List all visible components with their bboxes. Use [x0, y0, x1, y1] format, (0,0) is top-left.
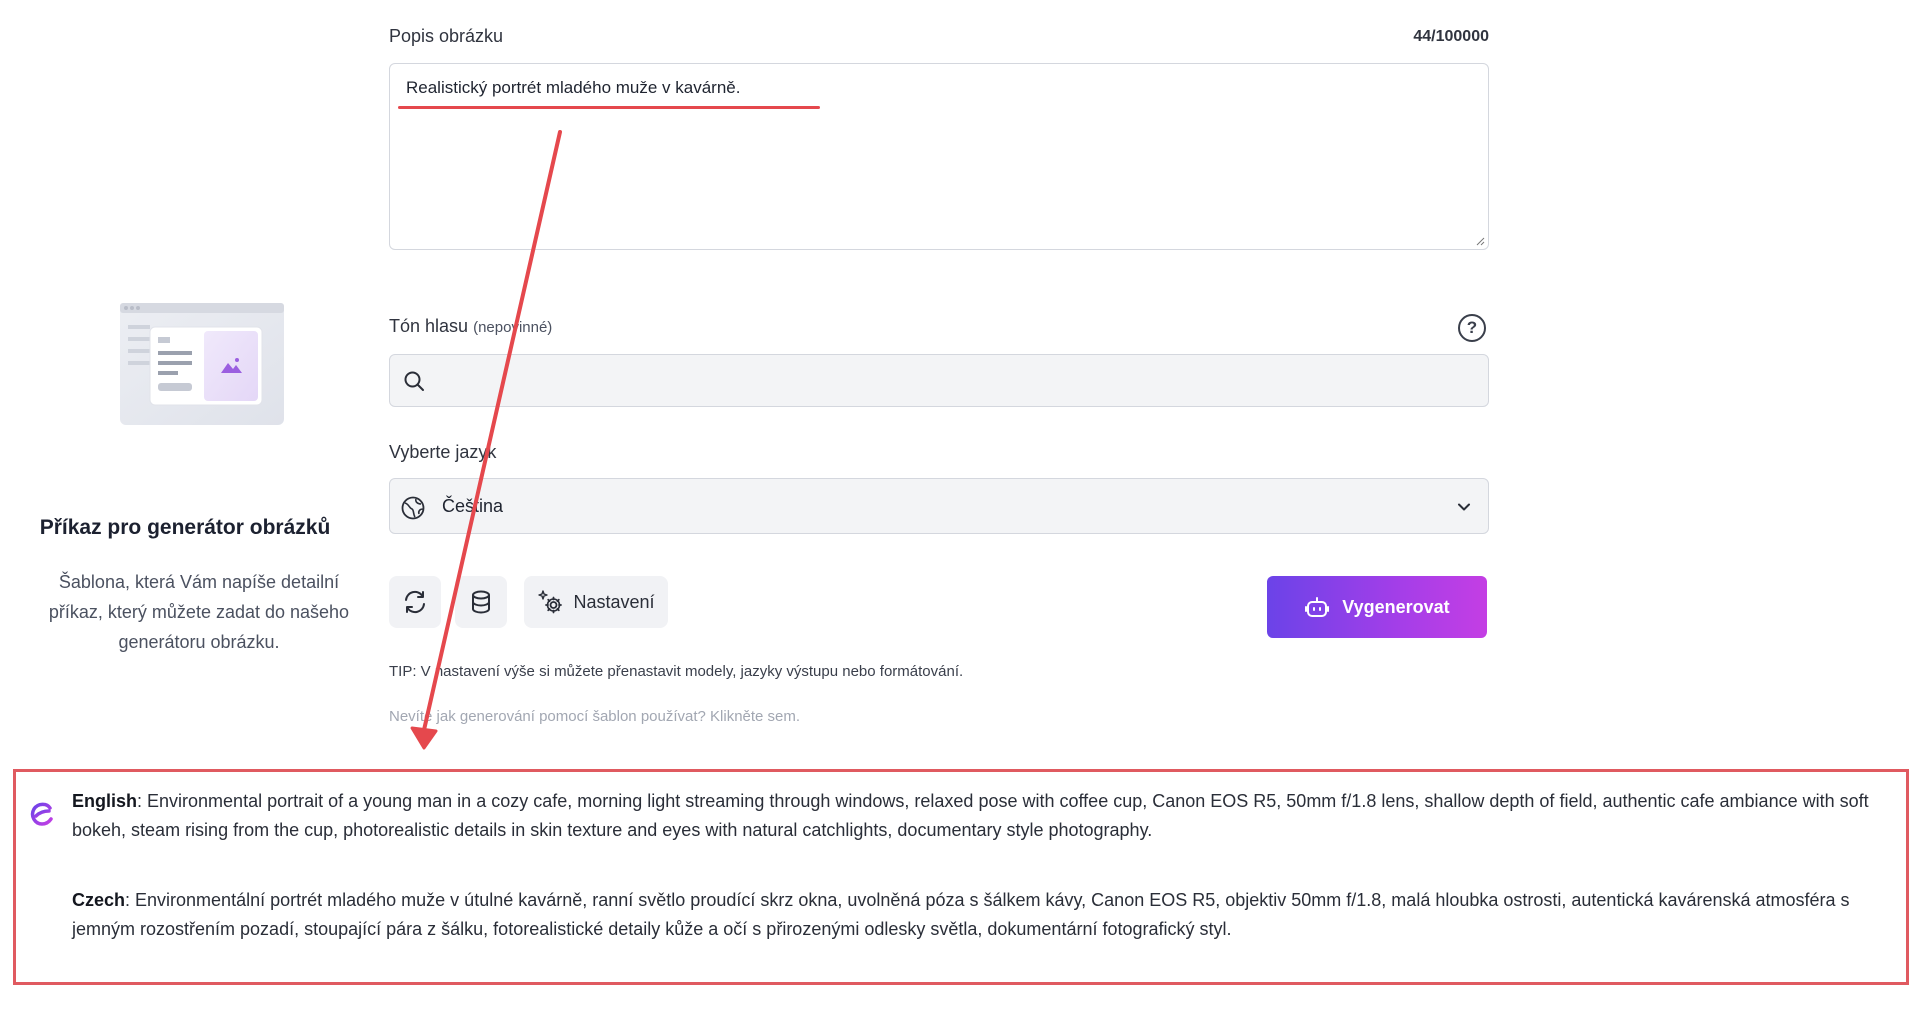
database-button[interactable]	[455, 576, 507, 628]
language-label: Vyberte jazyk	[389, 442, 497, 462]
annotation-underline	[398, 106, 820, 109]
settings-sparkle-icon	[538, 590, 563, 614]
refresh-button[interactable]	[389, 576, 441, 628]
chevron-down-icon	[1458, 503, 1470, 511]
tip-text: TIP: V nastavení výše si můžete přenasta…	[389, 663, 964, 680]
template-description: Šablona, která Vám napíše detailní příka…	[48, 572, 350, 652]
help-icon[interactable]: ?	[1458, 314, 1486, 342]
generate-button[interactable]: Vygenerovat	[1267, 576, 1487, 638]
template-thumbnail	[120, 303, 284, 425]
character-counter: 44/100000	[1413, 28, 1489, 45]
tone-label-text: Tón hlasu	[389, 316, 469, 336]
language-select[interactable]: Čeština	[389, 478, 1489, 534]
database-icon	[472, 590, 490, 614]
output-czech-text: : Environmentální portrét mladého muže v…	[72, 890, 1850, 939]
template-title: Příkaz pro generátor obrázků	[39, 516, 331, 539]
description-value: Realistický portrét mladého muže v kavár…	[406, 78, 741, 97]
output-czech: Czech: Environmentální portrét mladého m…	[72, 886, 1892, 944]
template-help-link[interactable]: Nevíte jak generování pomocí šablon použ…	[389, 708, 800, 725]
tone-optional-note: (nepovinné)	[473, 319, 553, 336]
language-selected-value: Čeština	[442, 496, 504, 516]
brand-logo-icon	[30, 802, 53, 826]
settings-button-label: Nastavení	[573, 591, 655, 612]
tone-search-input[interactable]	[389, 354, 1489, 407]
refresh-icon	[405, 590, 425, 614]
robot-icon	[1305, 597, 1330, 617]
globe-icon	[401, 496, 425, 520]
tone-label: Tón hlasu (nepovinné)	[389, 316, 552, 337]
output-english-label: English	[72, 791, 138, 811]
output-czech-label: Czech	[72, 890, 126, 910]
output-english: English: Environmental portrait of a you…	[72, 787, 1892, 845]
search-icon	[404, 371, 424, 391]
description-textarea[interactable]: Realistický portrét mladého muže v kavár…	[389, 63, 1489, 250]
resize-handle-icon[interactable]	[1475, 236, 1485, 246]
generated-output-box: English: Environmental portrait of a you…	[13, 769, 1909, 985]
generate-button-label: Vygenerovat	[1342, 596, 1450, 617]
output-english-text: : Environmental portrait of a young man …	[72, 791, 1869, 840]
description-label: Popis obrázku	[389, 26, 504, 46]
settings-button[interactable]: Nastavení	[524, 576, 668, 628]
